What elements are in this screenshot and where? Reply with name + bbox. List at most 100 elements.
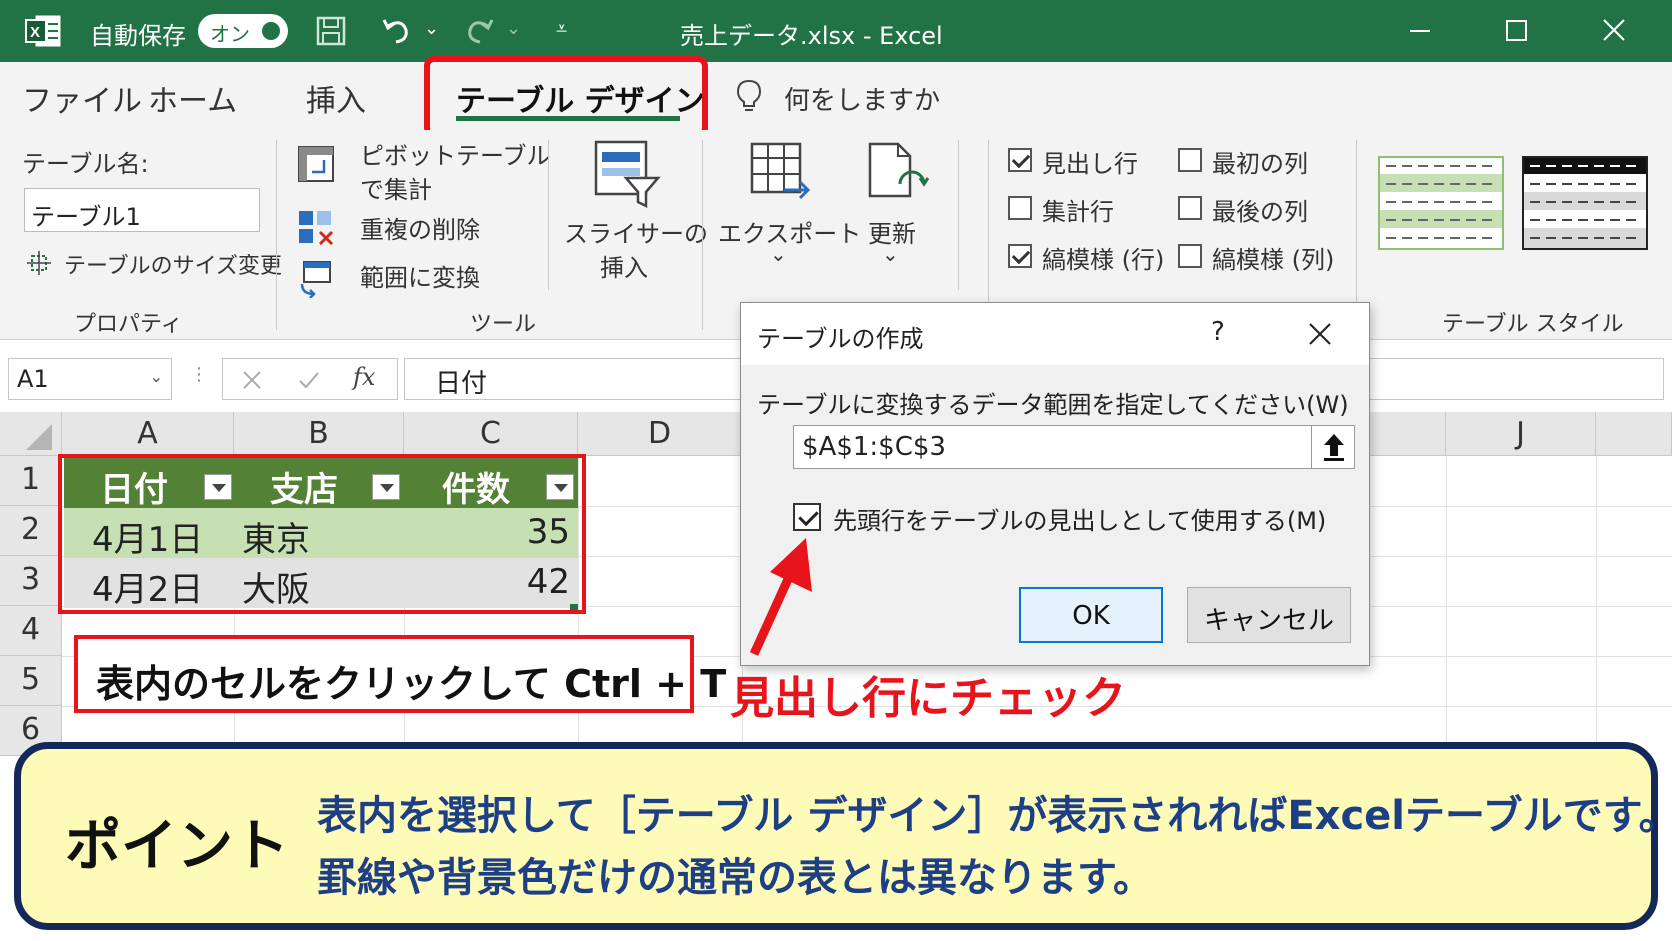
column-header-d[interactable]: D <box>578 412 742 456</box>
slicer-icon <box>594 140 661 209</box>
resize-table-button[interactable]: テーブルのサイズ変更 <box>64 248 282 280</box>
range-collapse-button[interactable] <box>1311 425 1355 469</box>
save-icon[interactable] <box>314 14 348 48</box>
insert-function-icon[interactable]: fx <box>353 363 375 391</box>
convert-to-range-button[interactable]: 範囲に変換 <box>360 258 480 293</box>
tab-file[interactable]: ファイル <box>22 76 142 120</box>
table-name-input[interactable]: テーブル1 <box>24 188 260 232</box>
tools-group-label: ツール <box>470 312 537 337</box>
first-column-checkbox[interactable] <box>1178 148 1202 172</box>
range-input[interactable]: $A$1:$C$3 <box>793 425 1317 469</box>
customize-toolbar-icon[interactable]: ⩡ <box>556 16 567 40</box>
remove-duplicates-icon <box>299 211 334 246</box>
close-icon[interactable] <box>1594 12 1634 50</box>
refresh-dropdown-icon[interactable]: ⌄ <box>882 242 899 266</box>
autosave-label: 自動保存 <box>90 22 186 50</box>
table-style-green-swatch[interactable] <box>1378 156 1504 250</box>
tell-me-search[interactable]: 何をしますか <box>784 80 940 117</box>
name-box-value: A1 <box>17 365 49 393</box>
row-header-3[interactable]: 3 <box>0 556 62 606</box>
document-title: 売上データ.xlsx - Excel <box>680 22 943 50</box>
point-tag: ポイント <box>65 814 289 879</box>
cancel-button[interactable]: キャンセル <box>1187 587 1351 643</box>
table-highlight-box <box>58 454 586 614</box>
title-bar: X 自動保存 オン ⌄ ⌄ ⩡ 売上データ.xlsx - Excel <box>0 0 1672 62</box>
convert-to-range-icon <box>300 261 331 298</box>
banded-columns-label: 縞模様 (列) <box>1212 246 1335 274</box>
confirm-entry-icon[interactable] <box>297 369 321 391</box>
dialog-titlebar: テーブルの作成 ? <box>741 303 1369 365</box>
table-styles-group-label: テーブル スタイル <box>1442 312 1624 337</box>
resize-table-icon <box>27 251 51 275</box>
table-name-label: テーブル名: <box>22 150 149 178</box>
lightbulb-icon <box>736 79 762 111</box>
slicer-line1[interactable]: スライサーの <box>564 214 708 249</box>
column-header-j[interactable]: J <box>1446 412 1596 456</box>
slicer-line2[interactable]: 挿入 <box>600 248 648 283</box>
refresh-icon <box>868 142 930 198</box>
maximize-icon[interactable] <box>1496 12 1536 50</box>
row-header-2[interactable]: 2 <box>0 506 62 556</box>
remove-duplicates-button[interactable]: 重複の削除 <box>360 210 480 245</box>
undo-icon[interactable] <box>380 14 414 48</box>
red-arrow-icon <box>749 538 812 656</box>
row-header-1[interactable]: 1 <box>0 456 62 506</box>
table-style-dark-swatch[interactable] <box>1522 156 1648 250</box>
select-all-corner[interactable] <box>0 412 62 456</box>
excel-logo-icon: X <box>25 15 61 47</box>
svg-text:X: X <box>30 24 40 41</box>
dialog-close-icon[interactable] <box>1307 321 1333 347</box>
tab-insert[interactable]: 挿入 <box>306 76 366 120</box>
column-header-b[interactable]: B <box>234 412 404 456</box>
export-button[interactable]: エクスポート <box>718 214 861 249</box>
create-table-dialog: テーブルの作成 ? テーブルに変換するデータ範囲を指定してください(W) $A$… <box>740 302 1370 666</box>
redo-icon[interactable] <box>462 14 496 48</box>
header-row-checkbox[interactable] <box>1008 148 1032 172</box>
header-row-note: 見出し行にチェック <box>730 673 1126 724</box>
range-label: テーブルに変換するデータ範囲を指定してください(W) <box>757 391 1349 419</box>
select-all-triangle-icon <box>26 424 52 450</box>
pivot-table-line1[interactable]: ピボットテーブル <box>360 136 551 171</box>
last-column-checkbox[interactable] <box>1178 196 1202 220</box>
shortcut-callout: 表内のセルをクリックして Ctrl + T <box>74 635 726 713</box>
toggle-knob <box>262 22 280 40</box>
dialog-help-button[interactable]: ? <box>1211 317 1225 347</box>
column-header-c[interactable]: C <box>404 412 578 456</box>
row-header-4[interactable]: 4 <box>0 606 62 656</box>
point-panel: ポイント 表内を選択して［テーブル デザイン］が表示されればExcelテーブルで… <box>14 742 1672 930</box>
banded-columns-checkbox[interactable] <box>1178 244 1202 268</box>
name-box-dropdown-icon[interactable]: ⌄ <box>150 367 163 386</box>
pivot-table-icon <box>298 146 334 182</box>
ok-button[interactable]: OK <box>1019 587 1163 643</box>
point-line-1: 表内を選択して［テーブル デザイン］が表示されればExcelテーブルです。 <box>317 793 1672 839</box>
column-header-a[interactable]: A <box>62 412 234 456</box>
name-box[interactable]: A1 ⌄ <box>8 358 172 400</box>
header-row-checkbox-label: 先頭行をテーブルの見出しとして使用する(M) <box>833 507 1327 535</box>
formula-bar-grip-icon: ⋮ <box>190 364 208 385</box>
autosave-toggle[interactable]: オン <box>198 14 288 48</box>
banded-rows-label: 縞模様 (行) <box>1042 246 1165 274</box>
redo-dropdown-icon[interactable]: ⌄ <box>506 18 521 39</box>
dialog-title: テーブルの作成 <box>757 325 924 353</box>
export-icon <box>750 142 811 200</box>
export-dropdown-icon[interactable]: ⌄ <box>770 242 787 266</box>
column-header-k[interactable] <box>1596 412 1672 456</box>
formula-buttons: fx <box>222 358 398 400</box>
cancel-entry-icon[interactable] <box>241 369 263 391</box>
banded-rows-checkbox[interactable] <box>1008 244 1032 268</box>
row-header-5[interactable]: 5 <box>0 656 62 706</box>
total-row-label: 集計行 <box>1042 198 1114 226</box>
tab-home[interactable]: ホーム <box>148 76 237 120</box>
ribbon-separator <box>276 140 277 330</box>
undo-dropdown-icon[interactable]: ⌄ <box>424 18 439 39</box>
pivot-table-line2[interactable]: で集計 <box>360 170 432 205</box>
grid-line <box>1596 456 1597 742</box>
autosave-state: オン <box>210 22 250 46</box>
ribbon-separator <box>958 140 959 290</box>
minimize-icon[interactable] <box>1400 12 1440 50</box>
upload-arrow-icon <box>1324 434 1344 461</box>
grid-line <box>1446 456 1447 742</box>
total-row-checkbox[interactable] <box>1008 196 1032 220</box>
header-row-checkbox-dialog[interactable] <box>793 503 821 531</box>
point-line-2: 罫線や背景色だけの通常の表とは異なります。 <box>317 855 1153 901</box>
